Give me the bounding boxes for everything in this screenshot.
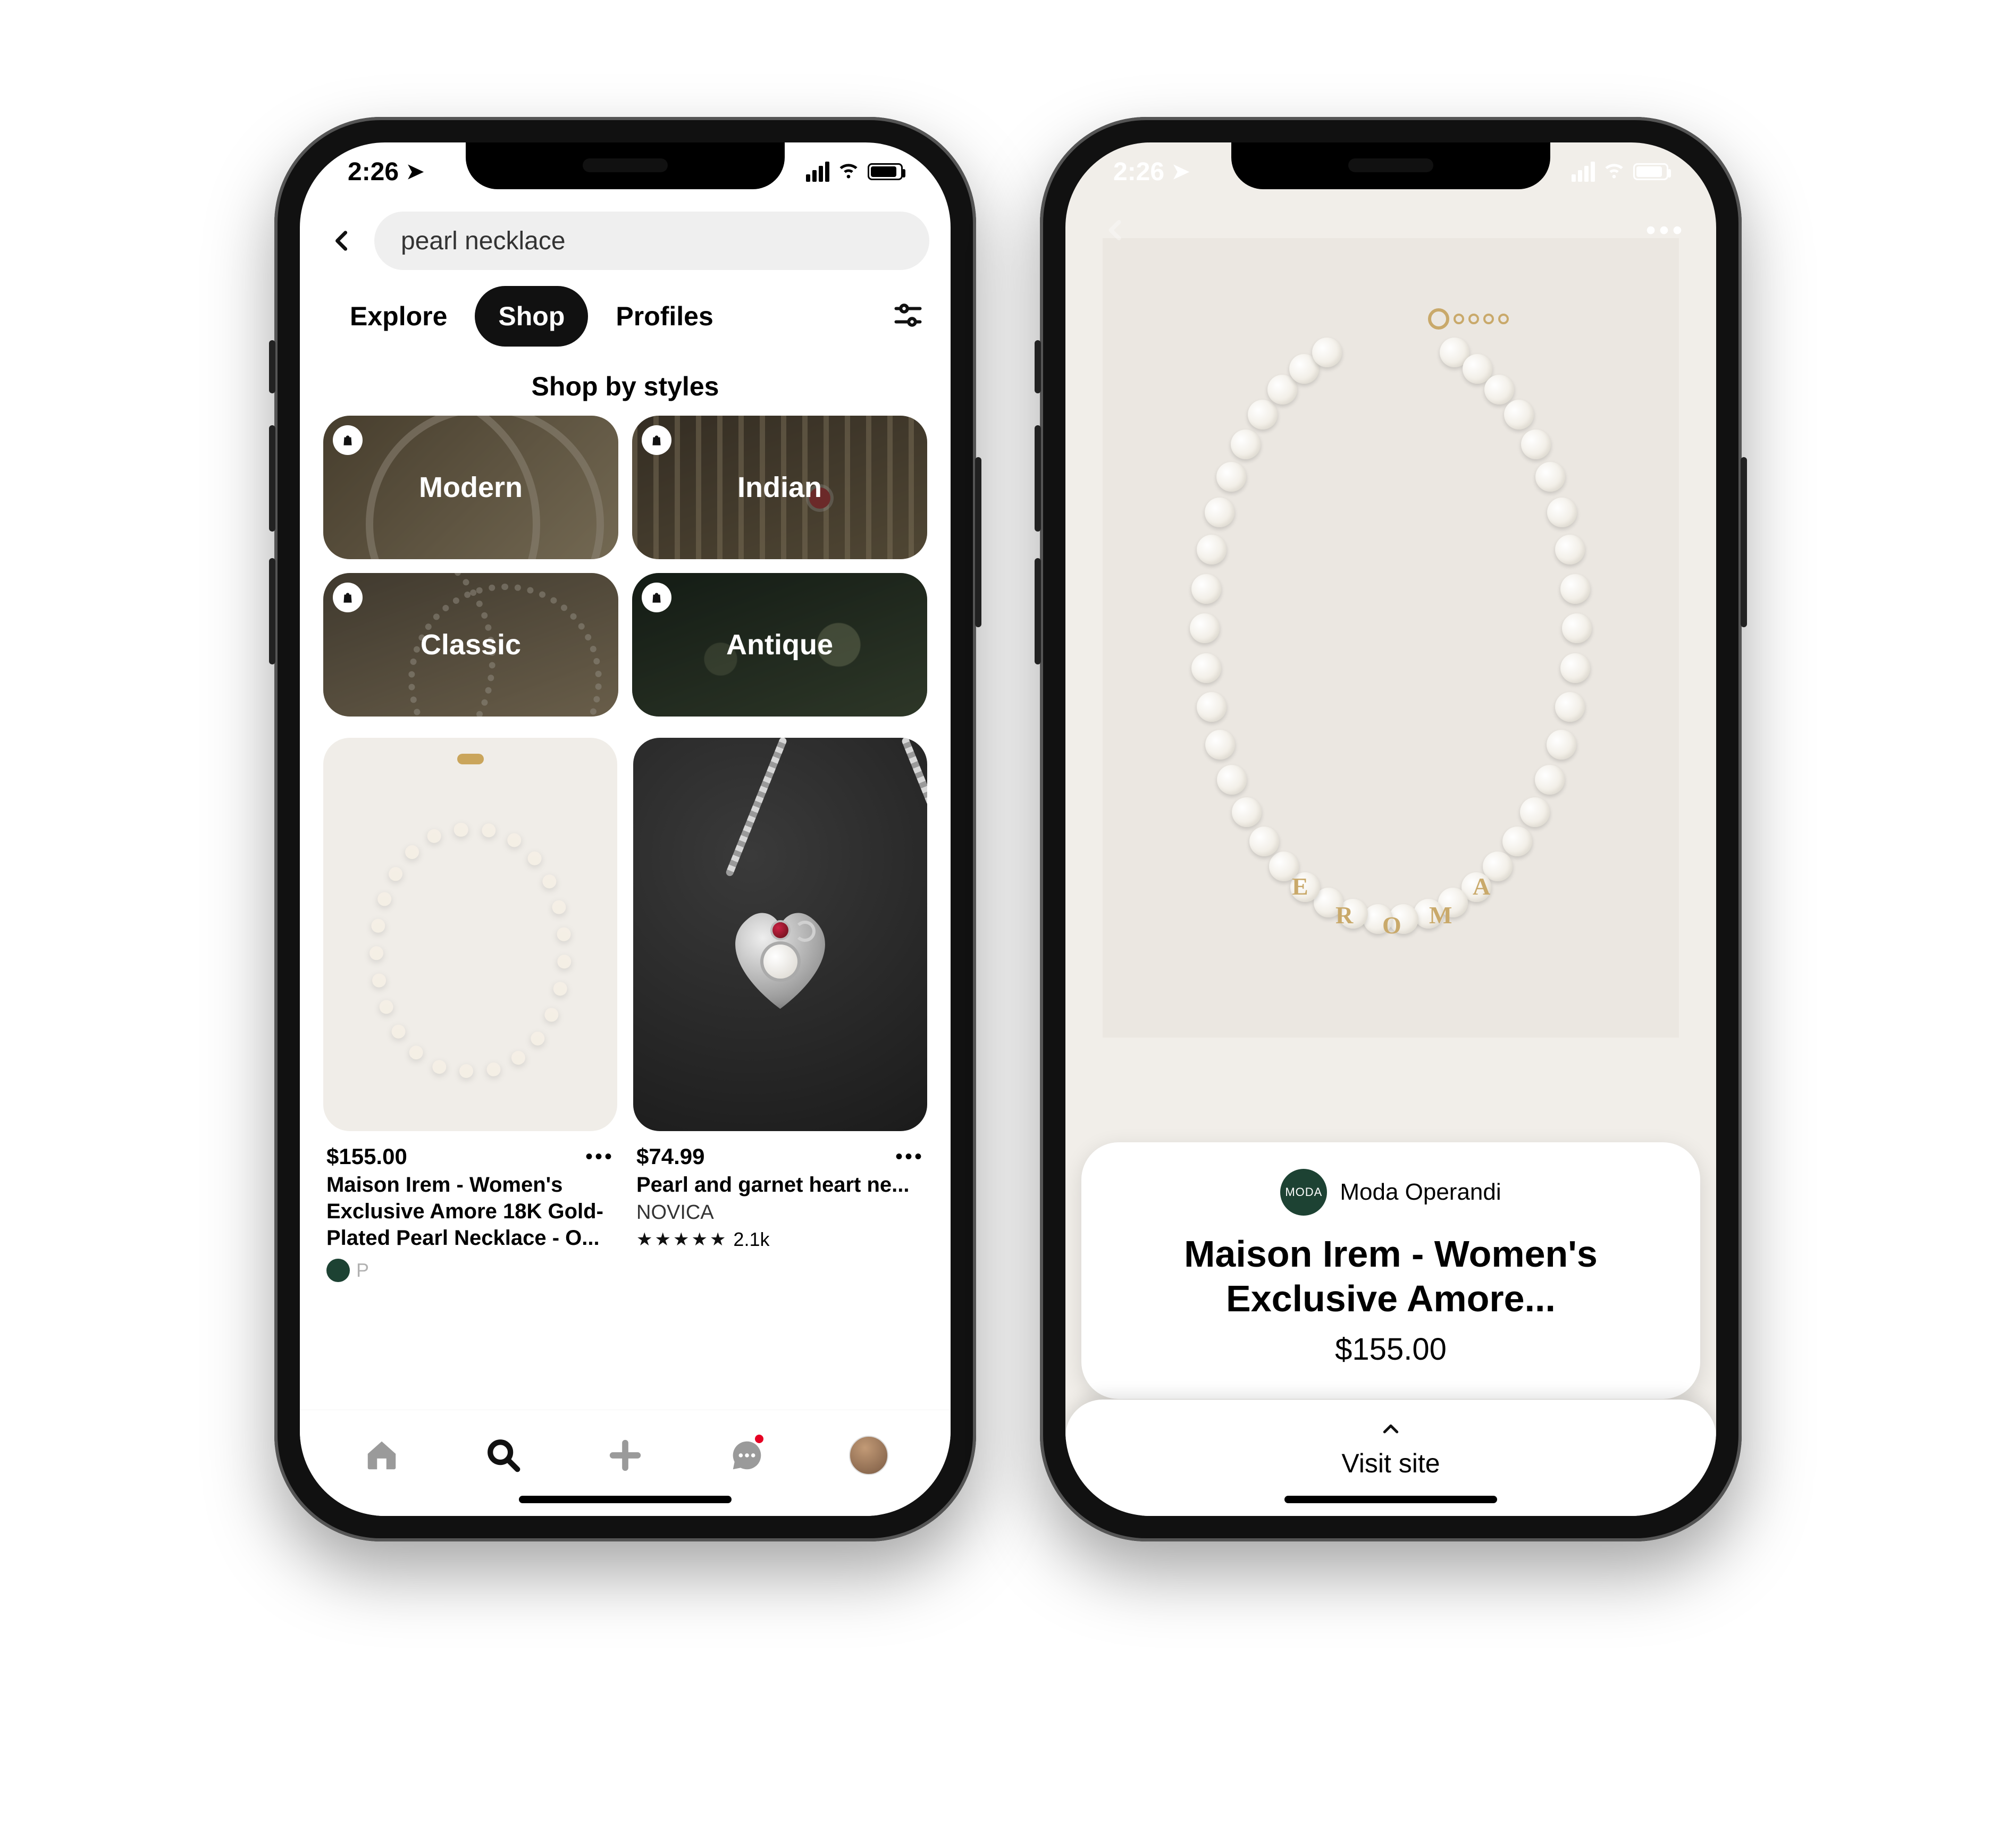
shopping-bag-icon [333,583,363,612]
home-indicator[interactable] [1284,1496,1497,1503]
avatar [849,1436,888,1475]
product-image[interactable] [633,738,927,1131]
star-icon: ★ [691,1229,707,1250]
style-classic[interactable]: Classic [323,573,618,717]
product-price: $155.00 [326,1144,407,1169]
product-promoted: P [356,1259,369,1282]
product-image[interactable] [323,738,617,1131]
style-label: Modern [419,471,523,504]
product-title: Maison Irem - Women's Exclusive Amore... [1108,1232,1674,1332]
nav-search[interactable] [480,1431,527,1479]
wifi-icon [1603,158,1625,185]
chevron-up-icon [1380,1419,1401,1444]
styles-grid: Modern Indian Classic Antique [300,416,951,738]
location-icon: ➤ [406,159,424,184]
product-more-button[interactable]: ••• [895,1145,924,1169]
home-indicator[interactable] [519,1496,732,1503]
merchant-name[interactable]: Moda Operandi [1340,1179,1501,1206]
product-brand: NOVICA [633,1198,927,1224]
product-grid: $155.00 ••• Maison Irem - Women's Exclus… [300,738,951,1282]
merchant-avatar-icon [326,1259,350,1282]
screen-left: 2:26 ➤ pearl necklace Explore Shop [300,142,951,1516]
status-time: 2:26 [348,157,399,187]
product-card[interactable]: $155.00 ••• Maison Irem - Women's Exclus… [323,738,617,1282]
nav-messages[interactable] [723,1431,771,1479]
star-icon: ★ [654,1229,670,1250]
shopping-bag-icon [333,425,363,455]
review-count: 2.1k [733,1228,769,1251]
nav-profile[interactable] [845,1431,893,1479]
nav-create[interactable] [601,1431,649,1479]
battery-icon [868,163,903,180]
screen-detail: 2:26 ➤ ••• [1065,142,1716,1516]
shopping-bag-icon [642,583,671,612]
back-button[interactable] [321,220,364,262]
cellular-icon [806,162,829,182]
shopping-bag-icon [642,425,671,455]
style-indian[interactable]: Indian [632,416,927,559]
nav-home[interactable] [358,1431,406,1479]
back-button[interactable] [1092,206,1140,254]
phone-left: 2:26 ➤ pearl necklace Explore Shop [274,117,976,1541]
status-time: 2:26 [1113,157,1164,187]
tab-explore[interactable]: Explore [326,286,471,347]
style-label: Classic [421,628,521,661]
filter-button[interactable] [892,299,924,334]
product-price: $155.00 [1108,1332,1674,1367]
product-card[interactable]: $74.99 ••• Pearl and garnet heart ne... … [633,738,927,1282]
location-icon: ➤ [1172,159,1190,184]
battery-icon [1633,163,1668,180]
product-title: Maison Irem - Women's Exclusive Amore 18… [323,1172,617,1251]
search-value: pearl necklace [401,226,566,256]
product-detail-card: MODA Moda Operandi Maison Irem - Women's… [1081,1142,1700,1399]
more-button[interactable]: ••• [1642,206,1690,254]
wifi-icon [838,158,859,185]
phone-right: 2:26 ➤ ••• [1040,117,1742,1541]
star-icon: ★ [673,1229,689,1250]
style-label: Indian [737,471,822,504]
visit-site-label: Visit site [1341,1444,1440,1479]
tab-shop[interactable]: Shop [475,286,588,347]
style-modern[interactable]: Modern [323,416,618,559]
style-antique[interactable]: Antique [632,573,927,717]
result-tabs: Explore Shop Profiles [300,286,951,357]
search-input[interactable]: pearl necklace [374,212,929,270]
tab-profiles[interactable]: Profiles [592,286,736,347]
star-icon: ★ [710,1229,726,1250]
style-label: Antique [726,628,833,661]
product-more-button[interactable]: ••• [585,1145,614,1169]
star-icon: ★ [636,1229,652,1250]
merchant-avatar-icon: MODA [1280,1169,1327,1216]
cellular-icon [1572,162,1595,182]
product-title: Pearl and garnet heart ne... [633,1172,927,1198]
section-title: Shop by styles [300,357,951,416]
product-price: $74.99 [636,1144,704,1169]
notification-dot-icon [755,1435,763,1443]
product-rating: ★ ★ ★ ★ ★ 2.1k [633,1224,927,1251]
